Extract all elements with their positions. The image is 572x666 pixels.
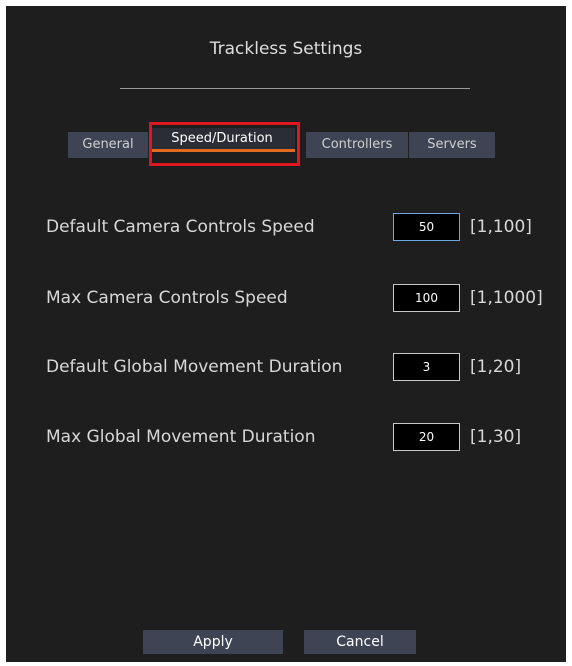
default-global-duration-label: Default Global Movement Duration bbox=[46, 357, 343, 377]
max-camera-speed-range: [1,1000] bbox=[470, 288, 543, 308]
tab-general[interactable]: General bbox=[68, 132, 148, 158]
dialog-title: Trackless Settings bbox=[209, 39, 363, 59]
max-camera-speed-input[interactable] bbox=[393, 284, 460, 312]
default-global-duration-range: [1,20] bbox=[470, 357, 522, 377]
tab-servers[interactable]: Servers bbox=[409, 132, 495, 158]
cancel-button[interactable]: Cancel bbox=[304, 630, 416, 654]
default-global-duration-input[interactable] bbox=[393, 353, 460, 381]
apply-button[interactable]: Apply bbox=[143, 630, 283, 654]
tab-controllers[interactable]: Controllers bbox=[306, 132, 408, 158]
tab-speed-duration[interactable]: Speed/Duration bbox=[149, 128, 295, 152]
max-global-duration-input[interactable] bbox=[393, 423, 460, 451]
default-camera-speed-range: [1,100] bbox=[470, 217, 532, 237]
max-global-duration-label: Max Global Movement Duration bbox=[46, 427, 316, 447]
title-divider bbox=[120, 88, 470, 89]
max-camera-speed-label: Max Camera Controls Speed bbox=[46, 288, 288, 308]
max-global-duration-range: [1,30] bbox=[470, 427, 522, 447]
default-camera-speed-input[interactable] bbox=[393, 213, 460, 241]
settings-dialog: Trackless Settings General Speed/Duratio… bbox=[6, 6, 566, 662]
default-camera-speed-label: Default Camera Controls Speed bbox=[46, 217, 315, 237]
